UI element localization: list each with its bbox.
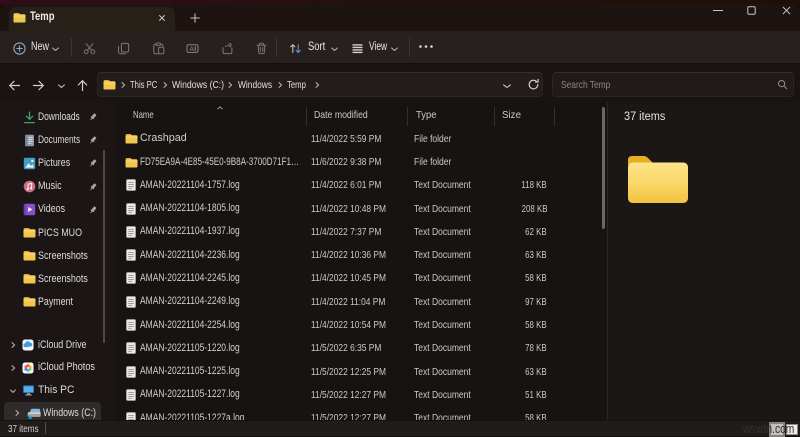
svg-text:A: A: [190, 45, 195, 52]
